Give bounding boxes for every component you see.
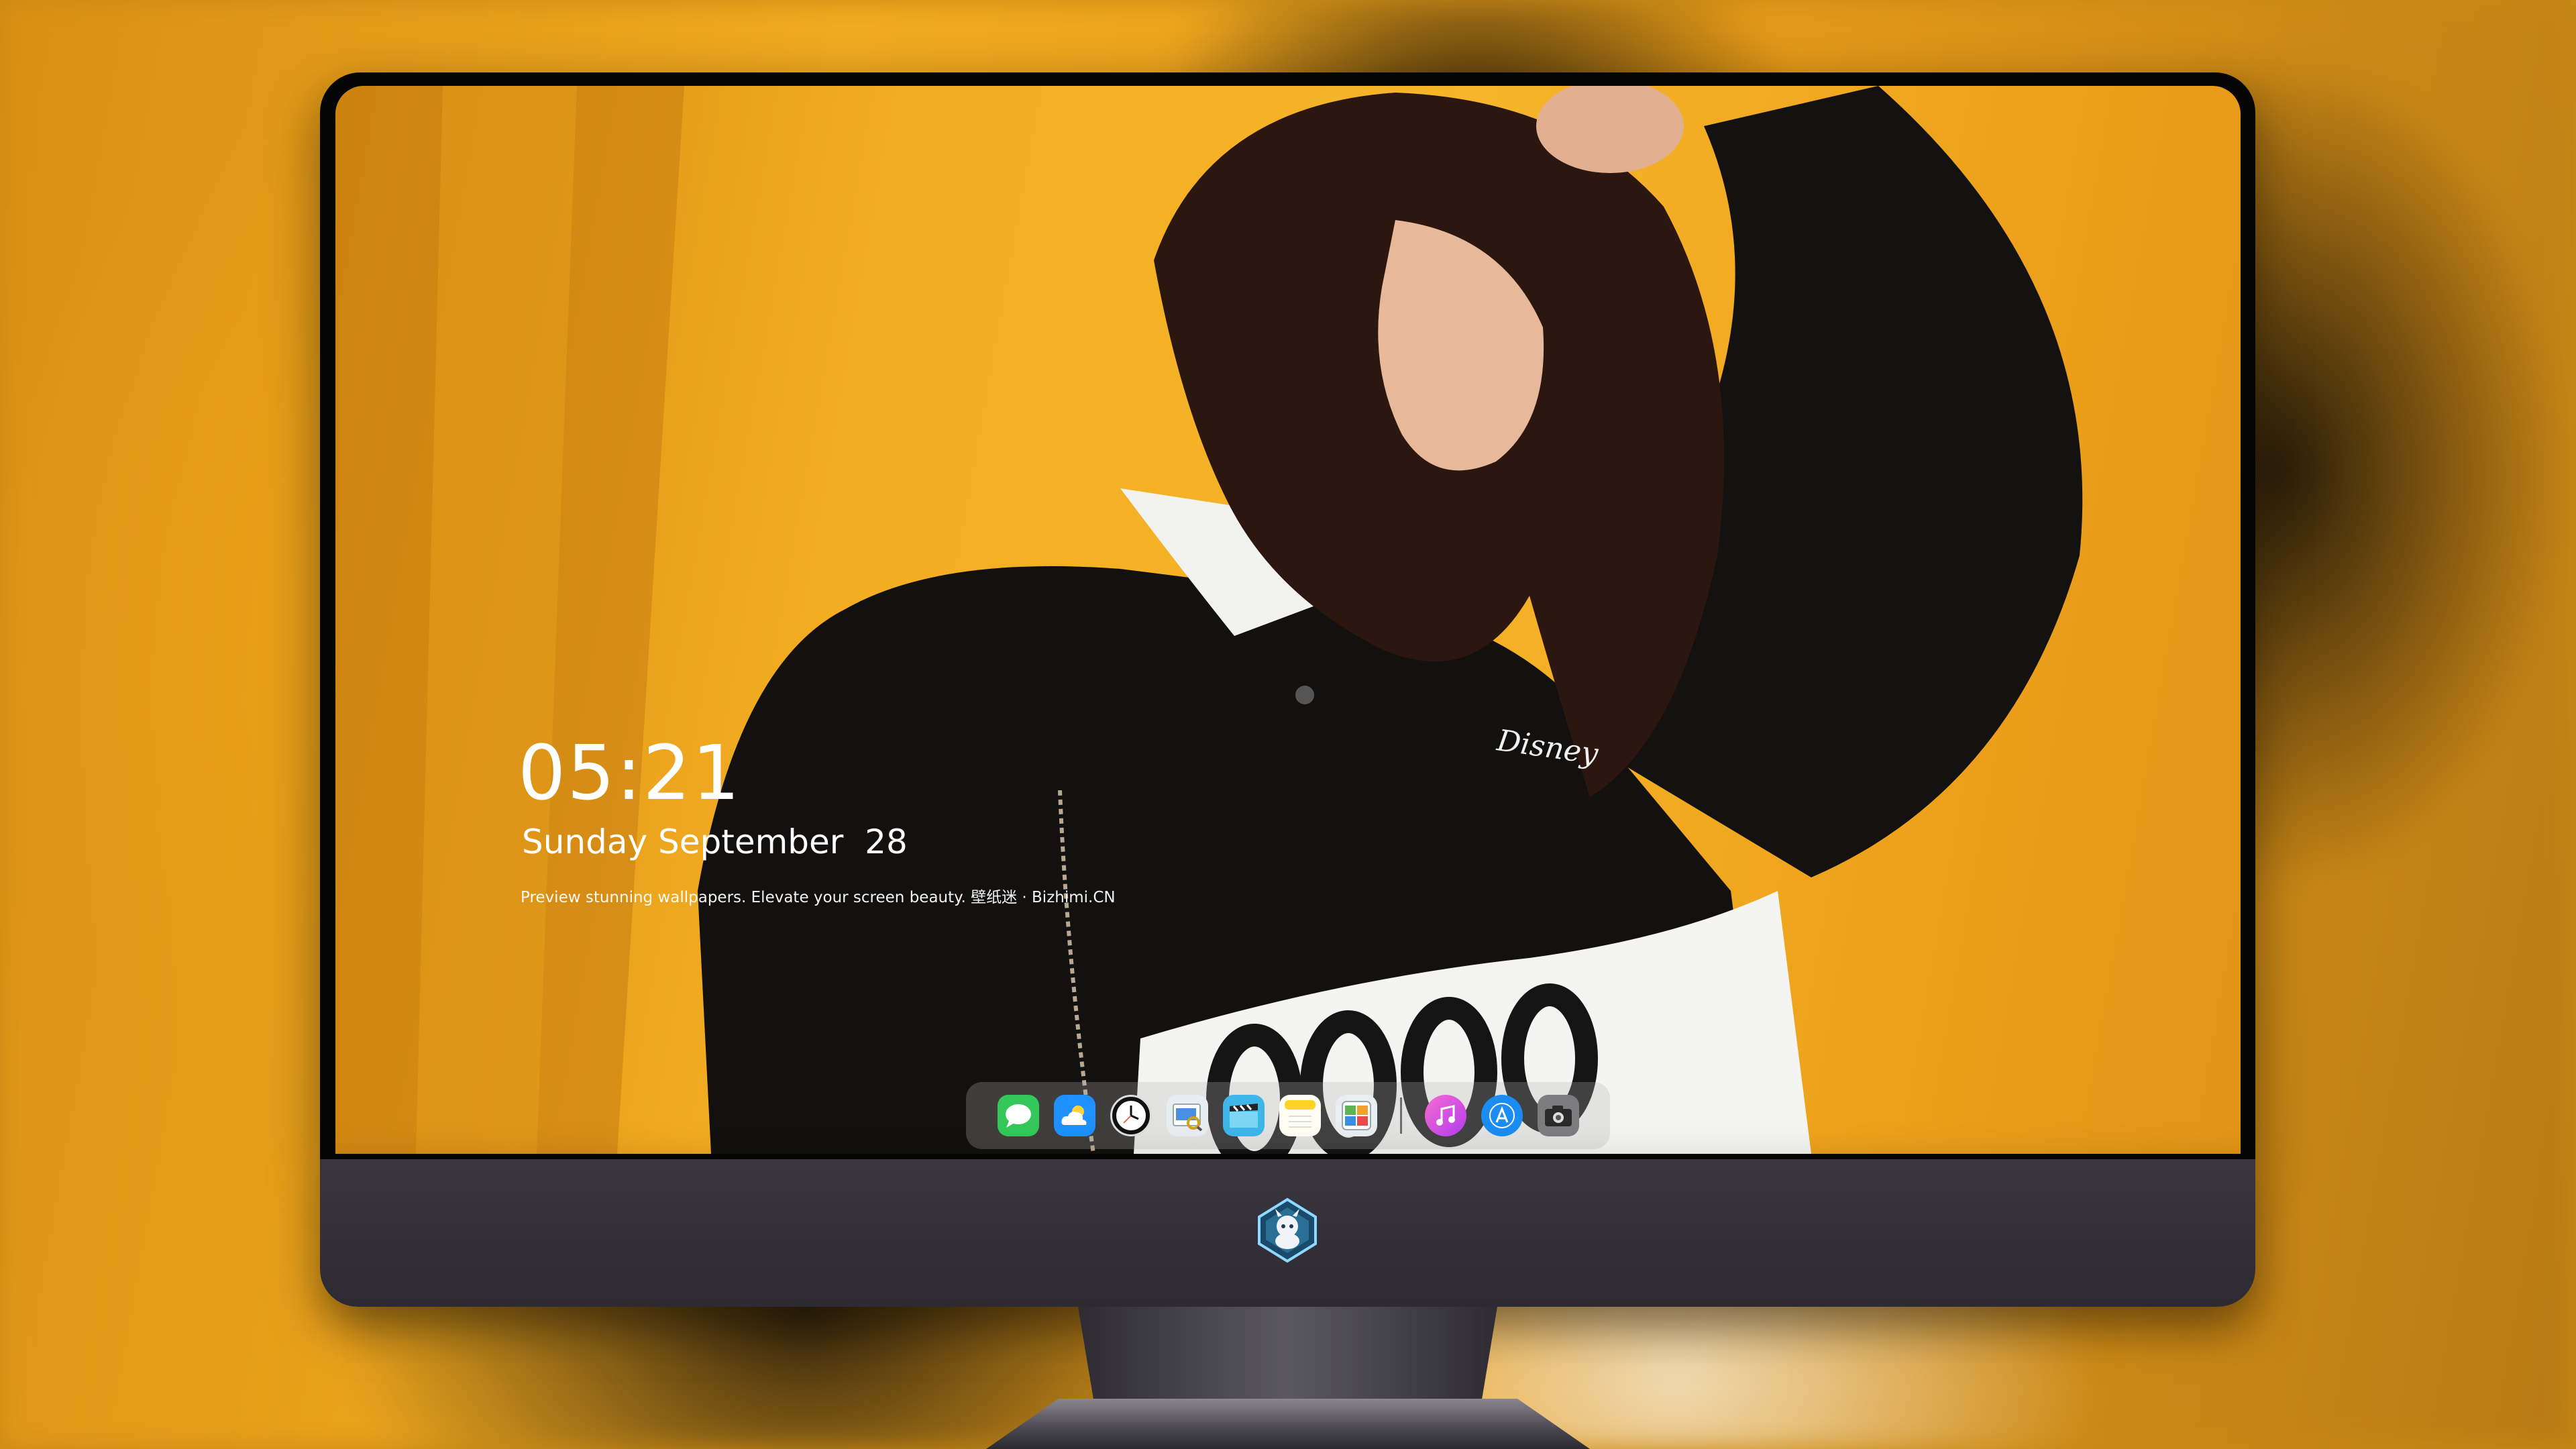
lockscreen-date: Sunday September 28 [522,822,908,861]
messages-icon[interactable] [997,1095,1039,1136]
video-icon[interactable] [1222,1095,1265,1136]
notes-icon[interactable] [1279,1095,1321,1136]
monitor-screen: Disney 05:21 Sunday September 28 Preview… [335,86,2241,1154]
photo-app-icon[interactable] [1335,1095,1377,1136]
preview-icon[interactable] [1166,1095,1208,1136]
dock [966,1082,1610,1149]
monitor-stand-neck [1078,1307,1497,1407]
monitor-logo-icon [1254,1197,1321,1264]
music-icon[interactable] [1424,1095,1466,1136]
weather-icon[interactable] [1053,1095,1095,1136]
clock-icon[interactable] [1110,1095,1152,1136]
monitor-stand-base [986,1399,1590,1449]
camera-icon[interactable] [1537,1095,1579,1136]
app-store-icon[interactable] [1481,1095,1523,1136]
dock-divider [1399,1097,1402,1134]
lockscreen-clock: 05:21 [518,730,741,817]
wallpaper-tagline: Preview stunning wallpapers. Elevate you… [521,889,1116,906]
